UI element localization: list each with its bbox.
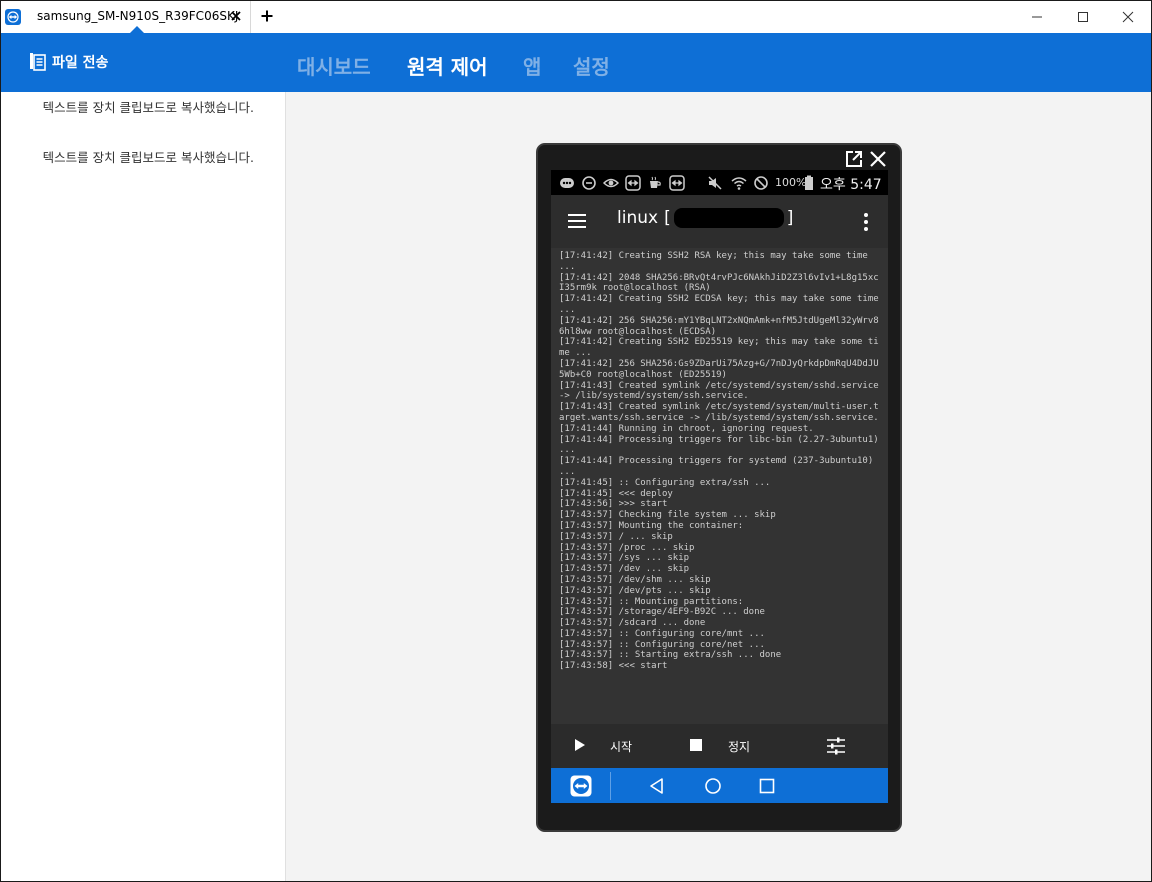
status-time: 오후 5:47 — [820, 177, 882, 193]
log-line: [17:41:45] :: Configuring extra/ssh ... — [559, 477, 771, 488]
minimize-icon — [1032, 16, 1042, 18]
teamviewer-icon — [625, 175, 641, 191]
device-tab[interactable]: samsung_SM-N910S_R39FC06SKJ — [1, 1, 251, 33]
tab-apps[interactable]: 앱 — [523, 51, 541, 80]
new-tab-plus-icon[interactable] — [260, 9, 274, 23]
tune-settings-icon[interactable] — [826, 736, 846, 756]
app-toolbar: linux [ ] — [551, 195, 888, 248]
log-line: [17:43:57] :: Configuring core/net ... — [559, 639, 765, 650]
device-frame: 100% 오후 5:47 linux [ ] [17:41:42] Creati… — [536, 143, 902, 832]
file-transfer-label: 파일 전송 — [52, 55, 109, 71]
log-line: [17:43:57] /dev ... skip — [559, 564, 690, 575]
log-line: [17:43:57] /sdcard ... done — [559, 618, 706, 629]
log-line: [17:41:43] Created symlink /etc/systemd/… — [559, 402, 879, 423]
tab-dashboard[interactable]: 대시보드 — [297, 51, 371, 80]
nav-divider — [610, 772, 611, 800]
stop-icon[interactable] — [690, 739, 702, 751]
log-line: [17:41:42] 256 SHA256:Gs9ZDarUi75Azg+G/7… — [559, 358, 879, 380]
log-line: [17:43:56] >>> start — [559, 499, 668, 510]
clipboard-message: 텍스트를 장치 클립보드로 복사했습니다. — [42, 150, 254, 165]
home-icon[interactable] — [704, 777, 722, 795]
battery-icon — [805, 175, 813, 190]
log-line: [17:43:57] /dev/shm ... skip — [559, 574, 711, 585]
teamviewer-icon — [669, 175, 685, 191]
close-icon[interactable] — [868, 149, 888, 169]
no-sim-icon — [754, 176, 768, 190]
app-title-group: linux [ ] — [617, 208, 793, 228]
android-status-bar: 100% 오후 5:47 — [551, 170, 888, 195]
tab-remote-control[interactable]: 원격 제어 — [407, 51, 488, 80]
maximize-icon — [1078, 12, 1088, 22]
tab-close-icon[interactable] — [229, 9, 243, 23]
log-line: [17:41:42] 2048 SHA256:BRvQt4rvPJc6NAkhJ… — [559, 272, 879, 294]
log-line: [17:43:57] Checking file system ... skip — [559, 510, 776, 521]
eye-icon — [603, 178, 619, 188]
start-button[interactable]: 시작 — [610, 738, 632, 755]
teamviewer-logo-icon — [5, 9, 21, 25]
log-line: [17:41:44] Processing triggers for syste… — [559, 456, 879, 477]
file-transfer-button[interactable]: 파일 전송 — [29, 51, 108, 73]
log-line: [17:41:44] Processing triggers for libc-… — [559, 434, 885, 456]
mute-icon — [708, 176, 722, 190]
minimize-button[interactable] — [1014, 1, 1060, 33]
title-bar: samsung_SM-N910S_R39FC06SKJ — [1, 1, 1151, 33]
log-line: [17:43:57] Mounting the container: — [559, 520, 744, 531]
tab-settings[interactable]: 설정 — [573, 51, 610, 80]
log-line: [17:43:57] :: Starting extra/ssh ... don… — [559, 650, 782, 661]
log-line: [17:41:44] Running in chroot, ignoring r… — [559, 423, 814, 434]
log-line: [17:43:57] /sys ... skip — [559, 553, 690, 564]
hamburger-menu-icon[interactable] — [567, 211, 587, 231]
bracket-close: ] — [786, 208, 794, 228]
teamviewer-logo-icon[interactable] — [570, 775, 592, 797]
sidebar-log: 텍스트를 장치 클립보드로 복사했습니다. 텍스트를 장치 클립보드로 복사했습… — [1, 92, 286, 881]
recents-icon[interactable] — [759, 778, 775, 794]
maximize-button[interactable] — [1060, 1, 1106, 33]
cup-icon — [650, 176, 661, 188]
log-line: [17:41:42] Creating SSH2 ECDSA key; this… — [559, 294, 885, 315]
window-close-button[interactable] — [1105, 1, 1151, 33]
main-header: 파일 전송 대시보드 원격 제어 앱 설정 — [1, 33, 1151, 92]
close-icon — [1122, 11, 1134, 23]
chat-icon — [560, 178, 574, 188]
log-line: [17:41:42] Creating SSH2 RSA key; this m… — [559, 251, 874, 272]
wifi-icon — [731, 177, 747, 190]
log-line: [17:41:42] Creating SSH2 ED25519 key; th… — [559, 337, 879, 359]
more-vert-icon[interactable] — [859, 211, 873, 233]
active-tab-indicator — [130, 26, 144, 33]
log-line: [17:43:57] /storage/4EF9-B92C ... done — [559, 607, 765, 618]
log-line: [17:41:45] <<< deploy — [559, 488, 673, 499]
log-line: [17:43:57] /proc ... skip — [559, 542, 695, 553]
redacted-region — [673, 208, 784, 228]
tab-title: samsung_SM-N910S_R39FC06SKJ — [37, 9, 239, 23]
log-line: [17:41:42] 256 SHA256:mY1YBqLNT2xNQmAmk+… — [559, 315, 879, 337]
android-nav-bar — [551, 768, 888, 803]
popout-icon[interactable] — [844, 149, 864, 169]
app-title: linux — [617, 208, 659, 228]
bracket-open: [ — [664, 208, 671, 228]
app-window: samsung_SM-N910S_R39FC06SKJ 파일 전송 대시보드 원… — [0, 0, 1152, 882]
log-line: [17:41:43] Created symlink /etc/systemd/… — [559, 380, 885, 402]
file-transfer-icon — [30, 53, 46, 71]
stop-button[interactable]: 정지 — [728, 738, 750, 755]
log-line: [17:43:57] /dev/pts ... skip — [559, 585, 711, 596]
play-icon[interactable] — [573, 738, 587, 752]
log-line: [17:43:57] :: Mounting partitions: — [559, 596, 744, 607]
log-line: [17:43:58] <<< start — [559, 661, 668, 672]
log-line: [17:43:57] / ... skip — [559, 531, 673, 542]
back-icon[interactable] — [648, 777, 666, 795]
device-screen[interactable]: 100% 오후 5:47 linux [ ] [17:41:42] Creati… — [551, 170, 888, 803]
battery-percent: 100% — [775, 176, 807, 189]
log-line: [17:43:57] :: Configuring core/mnt ... — [559, 628, 765, 639]
console-log[interactable]: [17:41:42] Creating SSH2 RSA key; this m… — [551, 248, 888, 724]
container-control-bar: 시작 정지 — [551, 724, 888, 768]
do-not-disturb-icon — [582, 176, 596, 190]
clipboard-message: 텍스트를 장치 클립보드로 복사했습니다. — [42, 100, 254, 115]
